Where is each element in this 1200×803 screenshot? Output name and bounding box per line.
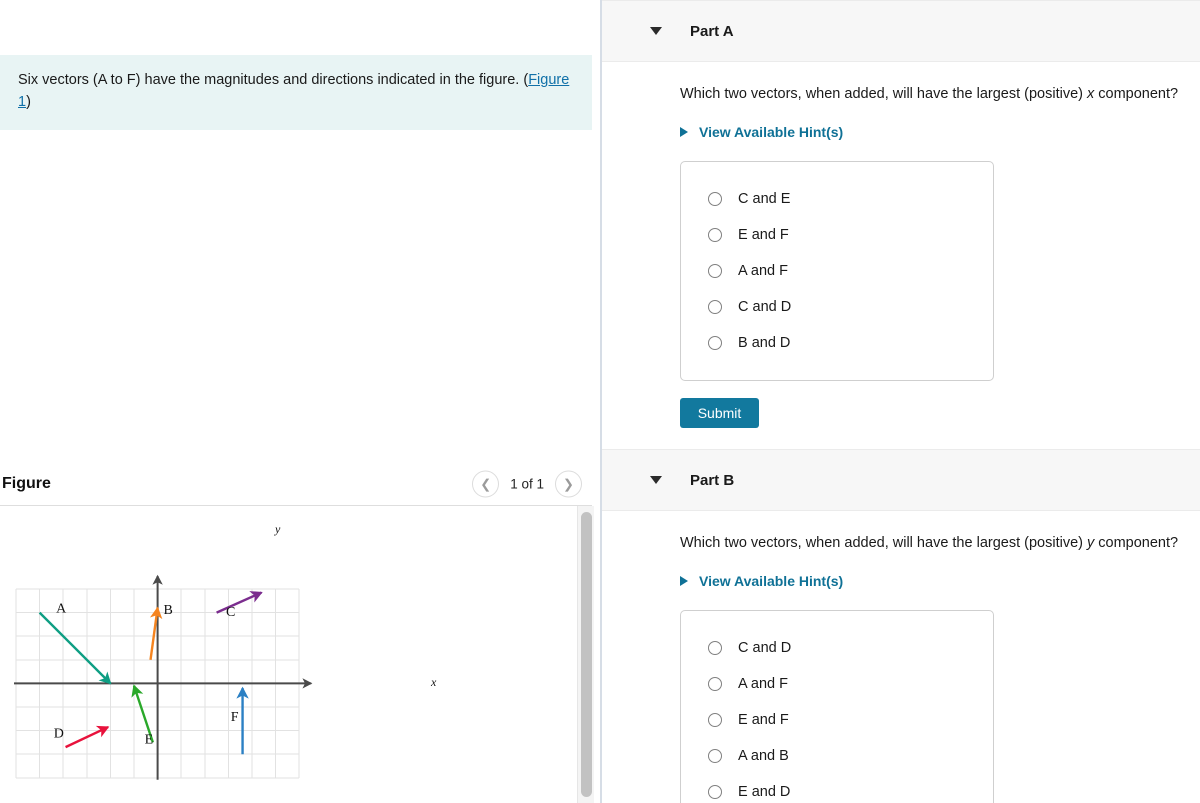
part-a-block: Part A Which two vectors, when added, wi… — [602, 0, 1200, 428]
problem-statement: Six vectors (A to F) have the magnitudes… — [0, 55, 592, 130]
radio-icon[interactable] — [708, 749, 722, 763]
vector-label-a: A — [56, 602, 67, 617]
figure-header: Figure ❮ 1 of 1 ❯ — [0, 462, 592, 506]
figure-nav: ❮ 1 of 1 ❯ — [472, 470, 582, 498]
part-a-body: Which two vectors, when added, will have… — [602, 62, 1200, 428]
caret-down-icon[interactable] — [650, 476, 662, 484]
part-b-block: Part B Which two vectors, when added, wi… — [602, 449, 1200, 803]
part-a-question: Which two vectors, when added, will have… — [680, 86, 1200, 102]
choice-row[interactable]: B and D — [681, 325, 993, 361]
page-root: Six vectors (A to F) have the magnitudes… — [0, 0, 1200, 803]
part-a-hints-label: View Available Hint(s) — [699, 124, 844, 140]
choice-row[interactable]: A and B — [681, 738, 993, 774]
problem-statement-text-tail: ) — [26, 94, 31, 111]
choice-label: A and B — [738, 748, 789, 764]
chevron-left-icon[interactable]: ❮ — [472, 470, 500, 498]
choice-label: E and F — [738, 712, 789, 728]
figure-viewport: A B C D E F y x — [0, 506, 577, 803]
vector-label-c: C — [226, 605, 235, 620]
choice-row[interactable]: A and F — [681, 666, 993, 702]
part-a-label: Part A — [690, 22, 734, 40]
caret-right-icon[interactable] — [680, 127, 688, 137]
vector-diagram: A B C D E F y x — [14, 522, 437, 780]
choice-row[interactable]: E and D — [681, 774, 993, 803]
choice-label: C and D — [738, 640, 792, 656]
part-b-label: Part B — [690, 471, 735, 489]
submit-button[interactable]: Submit — [680, 398, 759, 428]
vector-b — [149, 606, 163, 660]
part-a-hints-toggle[interactable]: View Available Hint(s) — [680, 124, 1200, 140]
part-b-header[interactable]: Part B — [602, 449, 1200, 511]
choice-label: E and F — [738, 227, 789, 243]
choice-row[interactable]: A and F — [681, 253, 993, 289]
figure-scroll-thumb[interactable] — [581, 512, 592, 797]
part-a-choices: C and E E and F A and F C and D B and D — [680, 161, 994, 381]
problem-statement-text: Six vectors (A to F) have the magnitudes… — [18, 72, 529, 88]
radio-icon[interactable] — [708, 677, 722, 691]
part-b-question: Which two vectors, when added, will have… — [680, 535, 1200, 551]
part-b-body: Which two vectors, when added, will have… — [602, 511, 1200, 803]
vector-c — [216, 591, 263, 614]
vector-a — [38, 611, 112, 685]
y-axis-label: y — [274, 522, 281, 536]
choice-row[interactable]: C and D — [681, 289, 993, 325]
choice-label: C and D — [738, 299, 792, 315]
figure-count: 1 of 1 — [510, 476, 544, 492]
choice-label: B and D — [738, 335, 791, 351]
question-lead: Which two vectors, when added, will have… — [680, 535, 1087, 551]
radio-icon[interactable] — [708, 713, 722, 727]
x-axis-label: x — [430, 675, 437, 689]
choice-label: A and F — [738, 263, 788, 279]
choice-row[interactable]: E and F — [681, 217, 993, 253]
caret-down-icon[interactable] — [650, 27, 662, 35]
radio-icon[interactable] — [708, 228, 722, 242]
radio-icon[interactable] — [708, 300, 722, 314]
vector-label-e: E — [145, 733, 154, 748]
part-b-hints-label: View Available Hint(s) — [699, 573, 844, 589]
caret-right-icon[interactable] — [680, 576, 688, 586]
choice-row[interactable]: E and F — [681, 702, 993, 738]
radio-icon[interactable] — [708, 192, 722, 206]
vector-label-b: B — [164, 603, 173, 618]
question-lead: Which two vectors, when added, will have… — [680, 86, 1087, 102]
choice-label: A and F — [738, 676, 788, 692]
vector-label-f: F — [231, 710, 239, 725]
chevron-right-icon[interactable]: ❯ — [555, 470, 582, 498]
part-b-hints-toggle[interactable]: View Available Hint(s) — [680, 573, 1200, 589]
question-tail: component? — [1094, 535, 1179, 551]
radio-icon[interactable] — [708, 264, 722, 278]
right-panel: Part A Which two vectors, when added, wi… — [602, 0, 1200, 803]
vector-label-d: D — [54, 727, 64, 742]
question-tail: component? — [1094, 86, 1179, 102]
radio-icon[interactable] — [708, 641, 722, 655]
radio-icon[interactable] — [708, 785, 722, 799]
choice-row[interactable]: C and D — [681, 630, 993, 666]
part-b-choices: C and D A and F E and F A and B E and D — [680, 610, 994, 803]
figure-title: Figure — [2, 475, 51, 492]
left-panel: Six vectors (A to F) have the magnitudes… — [0, 0, 596, 803]
choice-row[interactable]: C and E — [681, 181, 993, 217]
choice-label: E and D — [738, 784, 791, 800]
choice-label: C and E — [738, 191, 791, 207]
radio-icon[interactable] — [708, 336, 722, 350]
part-a-header[interactable]: Part A — [602, 0, 1200, 62]
figure-scrollbar[interactable] — [577, 506, 594, 803]
